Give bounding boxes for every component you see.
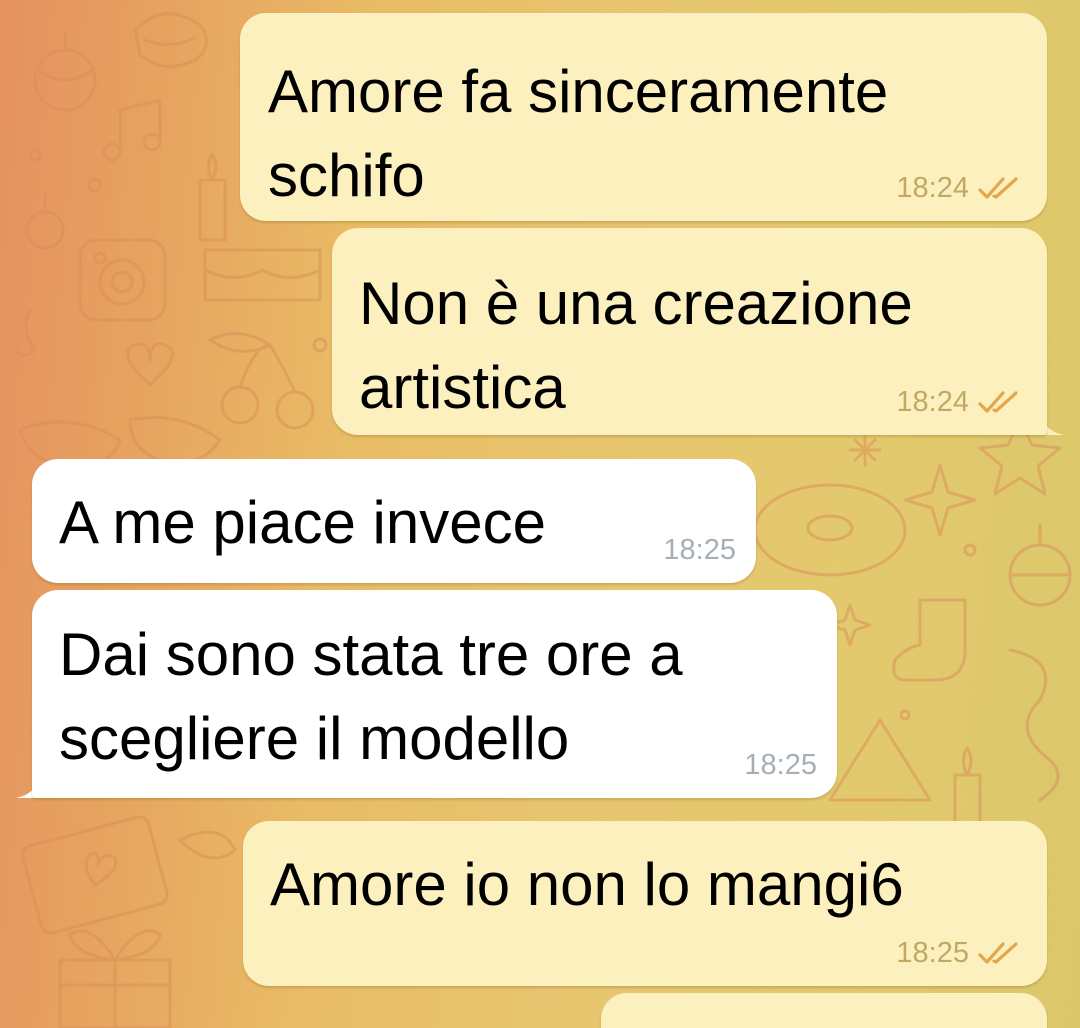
cake-doodle-icon xyxy=(203,248,322,302)
message-text: Non è una creazione artistica xyxy=(359,270,913,421)
double-check-icon xyxy=(978,391,1018,413)
double-check-icon xyxy=(978,177,1018,199)
message-meta: 18:25 xyxy=(663,533,736,567)
cherries-doodle-icon xyxy=(208,332,315,430)
stocking-doodle-icon xyxy=(892,598,967,682)
message-meta: 18:25 xyxy=(896,936,1021,970)
candle-doodle-icon xyxy=(198,153,227,242)
donut-doodle-icon xyxy=(753,483,907,577)
message-bubble-incoming[interactable]: Dai sono stata tre ore a scegliere il mo… xyxy=(32,590,837,798)
message-meta: 18:24 xyxy=(896,385,1021,419)
message-text: Amore io non lo mangi6 xyxy=(270,851,904,918)
message-time: 18:24 xyxy=(896,386,969,418)
message-time: 18:24 xyxy=(896,172,969,204)
message-bubble-outgoing[interactable]: Non è una creazione artistica 18:24 xyxy=(332,228,1047,435)
message-bubble-outgoing-partial[interactable] xyxy=(601,993,1047,1028)
message-meta: 18:24 xyxy=(896,171,1021,205)
bauble-doodle-icon xyxy=(25,193,65,250)
snowflake-doodle-icon xyxy=(848,433,882,467)
bauble-doodle-icon xyxy=(1008,523,1072,607)
candle-doodle-icon xyxy=(953,746,982,832)
message-bubble-outgoing[interactable]: Amore fa sinceramente schifo 18:24 xyxy=(240,13,1047,221)
heart-doodle-icon xyxy=(126,342,174,387)
music-note-doodle-icon xyxy=(102,98,162,162)
message-text: Amore fa sinceramente schifo xyxy=(268,58,889,209)
gift-doodle-icon xyxy=(58,929,172,1028)
ornament-doodle-icon xyxy=(33,33,97,112)
message-bubble-incoming[interactable]: A me piace invece 18:25 xyxy=(32,459,756,583)
tree-doodle-icon xyxy=(828,718,932,802)
message-text: Dai sono stata tre ore a scegliere il mo… xyxy=(59,621,683,772)
music-note-doodle-icon xyxy=(13,308,37,357)
message-time: 18:25 xyxy=(663,534,736,566)
message-time: 18:25 xyxy=(896,937,969,969)
lips-doodle-icon xyxy=(133,12,208,68)
leaf-doodle-icon xyxy=(178,830,237,860)
message-bubble-outgoing[interactable]: Amore io non lo mangi6 18:25 xyxy=(243,821,1047,986)
message-time: 18:25 xyxy=(744,749,817,781)
sparkle-doodle-icon xyxy=(828,463,977,647)
streamer-doodle-icon xyxy=(1008,648,1060,802)
camera-doodle-icon xyxy=(78,238,167,322)
envelope-doodle-icon xyxy=(21,815,169,935)
double-check-icon xyxy=(978,942,1018,964)
message-text: A me piace invece xyxy=(59,489,546,556)
message-meta: 18:25 xyxy=(744,748,817,782)
